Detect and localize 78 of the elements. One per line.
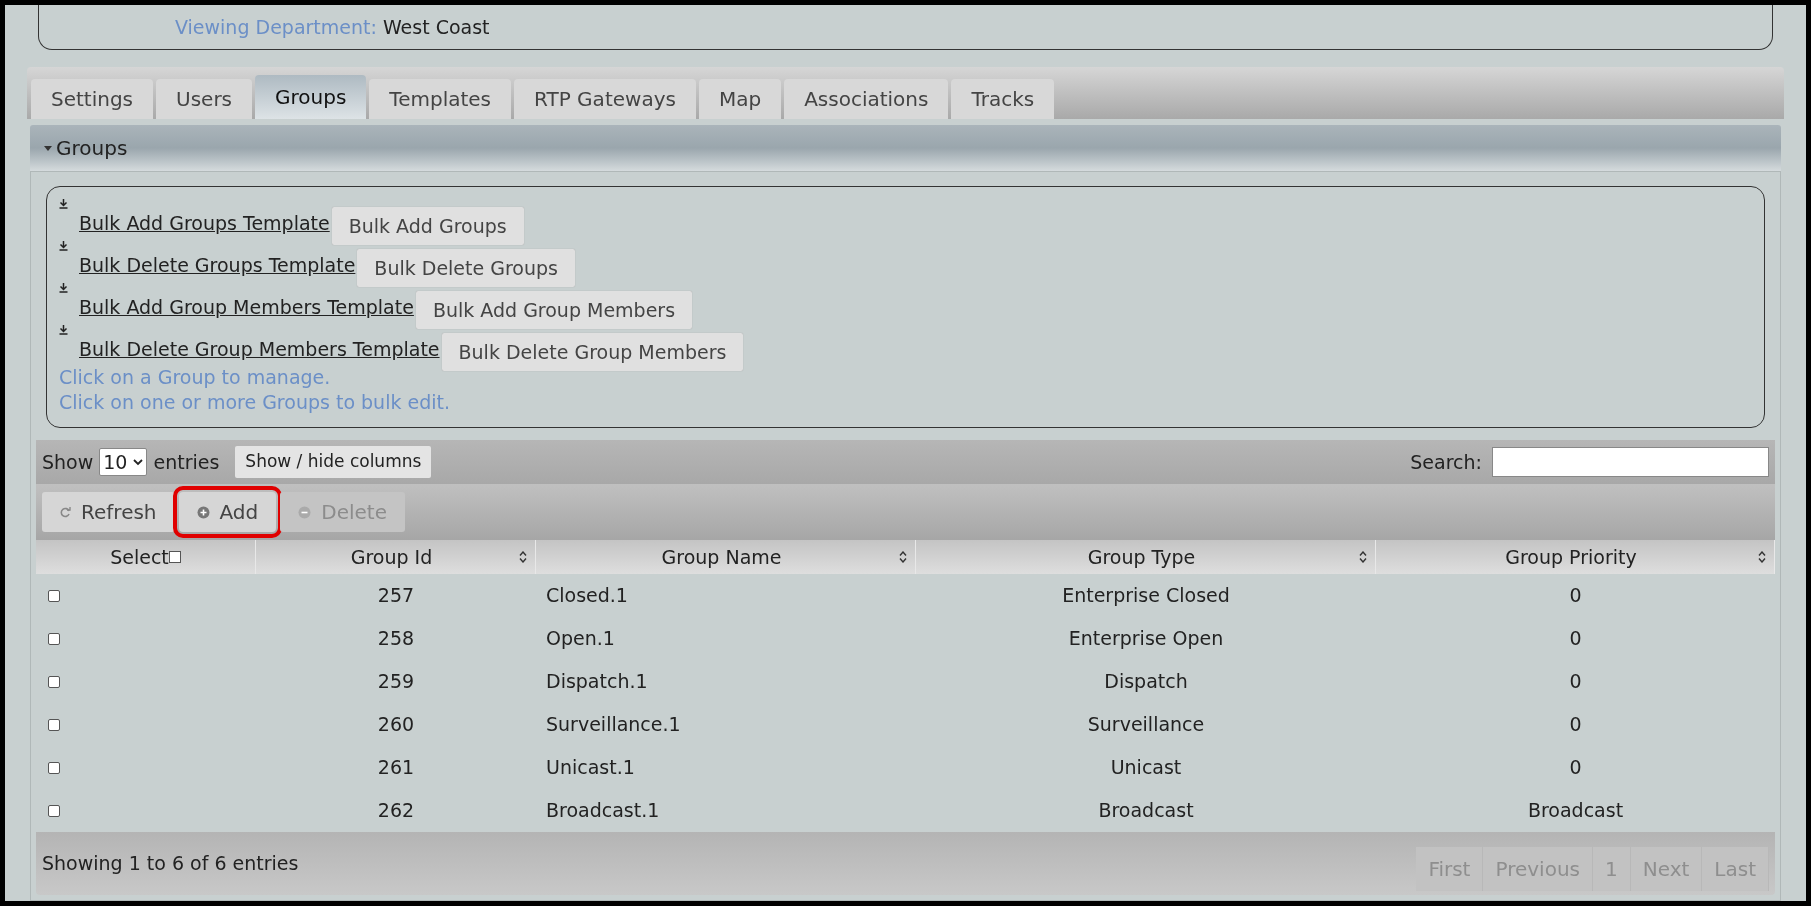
entries-label: entries (153, 449, 220, 475)
hint-text: Click on a Group to manage. (59, 365, 332, 390)
bulk-button[interactable]: Bulk Delete Groups (357, 249, 575, 287)
tab[interactable]: RTP Gateways (514, 79, 696, 119)
show-hide-columns-button[interactable]: Show / hide columns (235, 446, 432, 478)
template-link[interactable]: Bulk Delete Groups Template (79, 251, 356, 280)
table-cell-text: Dispatch (1104, 669, 1188, 695)
table-cell-text: Surveillance (1087, 712, 1205, 738)
tab[interactable]: Groups (255, 75, 367, 119)
tab[interactable]: Templates (369, 79, 512, 119)
table-cell-text: 257 (377, 583, 415, 609)
table-cell-text: 259 (377, 669, 415, 695)
download-icon (59, 283, 68, 293)
table-cell-text: Closed.1 (546, 583, 628, 609)
refresh-icon (60, 506, 71, 518)
table-cell-text: 0 (1569, 583, 1582, 609)
search-label: Search: (1410, 449, 1482, 475)
template-link[interactable]: Bulk Add Group Members Template (79, 293, 414, 322)
sort-icon (899, 551, 907, 563)
table-cell-text: Open.1 (546, 626, 615, 652)
select-all-checkbox[interactable] (168, 551, 181, 563)
row-checkbox[interactable] (48, 761, 60, 774)
chevron-icon (133, 458, 144, 466)
refresh-button[interactable]: Refresh (42, 492, 175, 532)
table-cell-text: Enterprise Open (1068, 626, 1224, 652)
hint-text: Click on one or more Groups to bulk edit. (59, 390, 451, 415)
column-header[interactable]: Group Id (264, 542, 519, 572)
section-header[interactable]: Groups (30, 125, 1781, 171)
table-cell-text: Unicast (1110, 755, 1182, 781)
table-cell-text: Broadcast (1098, 798, 1194, 824)
table-cell-text: 0 (1569, 669, 1582, 695)
table-cell-text: Broadcast.1 (546, 798, 660, 824)
tab[interactable]: Associations (784, 79, 949, 119)
template-link[interactable]: Bulk Add Groups Template (79, 209, 330, 238)
table-cell-text: 261 (377, 755, 415, 781)
show-label: Show (42, 449, 94, 475)
sort-icon (1359, 551, 1367, 563)
tab[interactable]: Users (156, 79, 253, 119)
column-header[interactable]: Group Type (924, 542, 1359, 572)
table-cell-text: Dispatch.1 (546, 669, 648, 695)
section-title: Groups (56, 135, 128, 162)
row-checkbox[interactable] (48, 804, 60, 817)
column-header[interactable]: Group Name (544, 542, 899, 572)
tab[interactable]: Tracks (951, 79, 1055, 119)
row-checkbox[interactable] (48, 632, 60, 645)
download-icon (59, 325, 68, 335)
tab[interactable]: Settings (31, 79, 154, 119)
table-cell-text: Enterprise Closed (1062, 583, 1230, 609)
entries-info: Showing 1 to 6 of 6 entries (42, 851, 299, 877)
table-cell-text: Unicast.1 (546, 755, 635, 781)
table-cell-text: 262 (377, 798, 415, 824)
row-checkbox[interactable] (48, 589, 60, 602)
sort-icon (519, 551, 527, 563)
bulk-button[interactable]: Bulk Add Groups (331, 207, 524, 245)
bulk-button[interactable]: Bulk Add Group Members (415, 291, 693, 329)
column-header[interactable]: Select (110, 542, 169, 572)
bulk-button[interactable]: Bulk Delete Group Members (441, 333, 744, 371)
department-label: Viewing Department: (175, 14, 377, 40)
department-value: West Coast (382, 14, 490, 40)
add-icon (196, 505, 210, 519)
search-field[interactable] (1492, 447, 1769, 477)
table-cell-text: 0 (1569, 626, 1582, 652)
table-cell-text: 258 (377, 626, 415, 652)
download-icon (59, 241, 68, 251)
download-icon (59, 199, 68, 209)
table-cell-text: 0 (1569, 755, 1582, 781)
column-header[interactable]: Group Priority (1384, 542, 1758, 572)
tab[interactable]: Map (698, 79, 782, 119)
table-cell-text: 260 (377, 712, 415, 738)
row-checkbox[interactable] (48, 718, 60, 731)
table-cell-text: Surveillance.1 (546, 712, 681, 738)
row-checkbox[interactable] (48, 675, 60, 688)
page-length-select[interactable]: 10 (99, 448, 148, 476)
table-cell-text: Broadcast (1527, 798, 1624, 824)
sort-icon (1758, 551, 1766, 563)
minus-icon (298, 505, 312, 519)
table-cell-text: 0 (1569, 712, 1582, 738)
template-link[interactable]: Bulk Delete Group Members Template (79, 335, 440, 364)
